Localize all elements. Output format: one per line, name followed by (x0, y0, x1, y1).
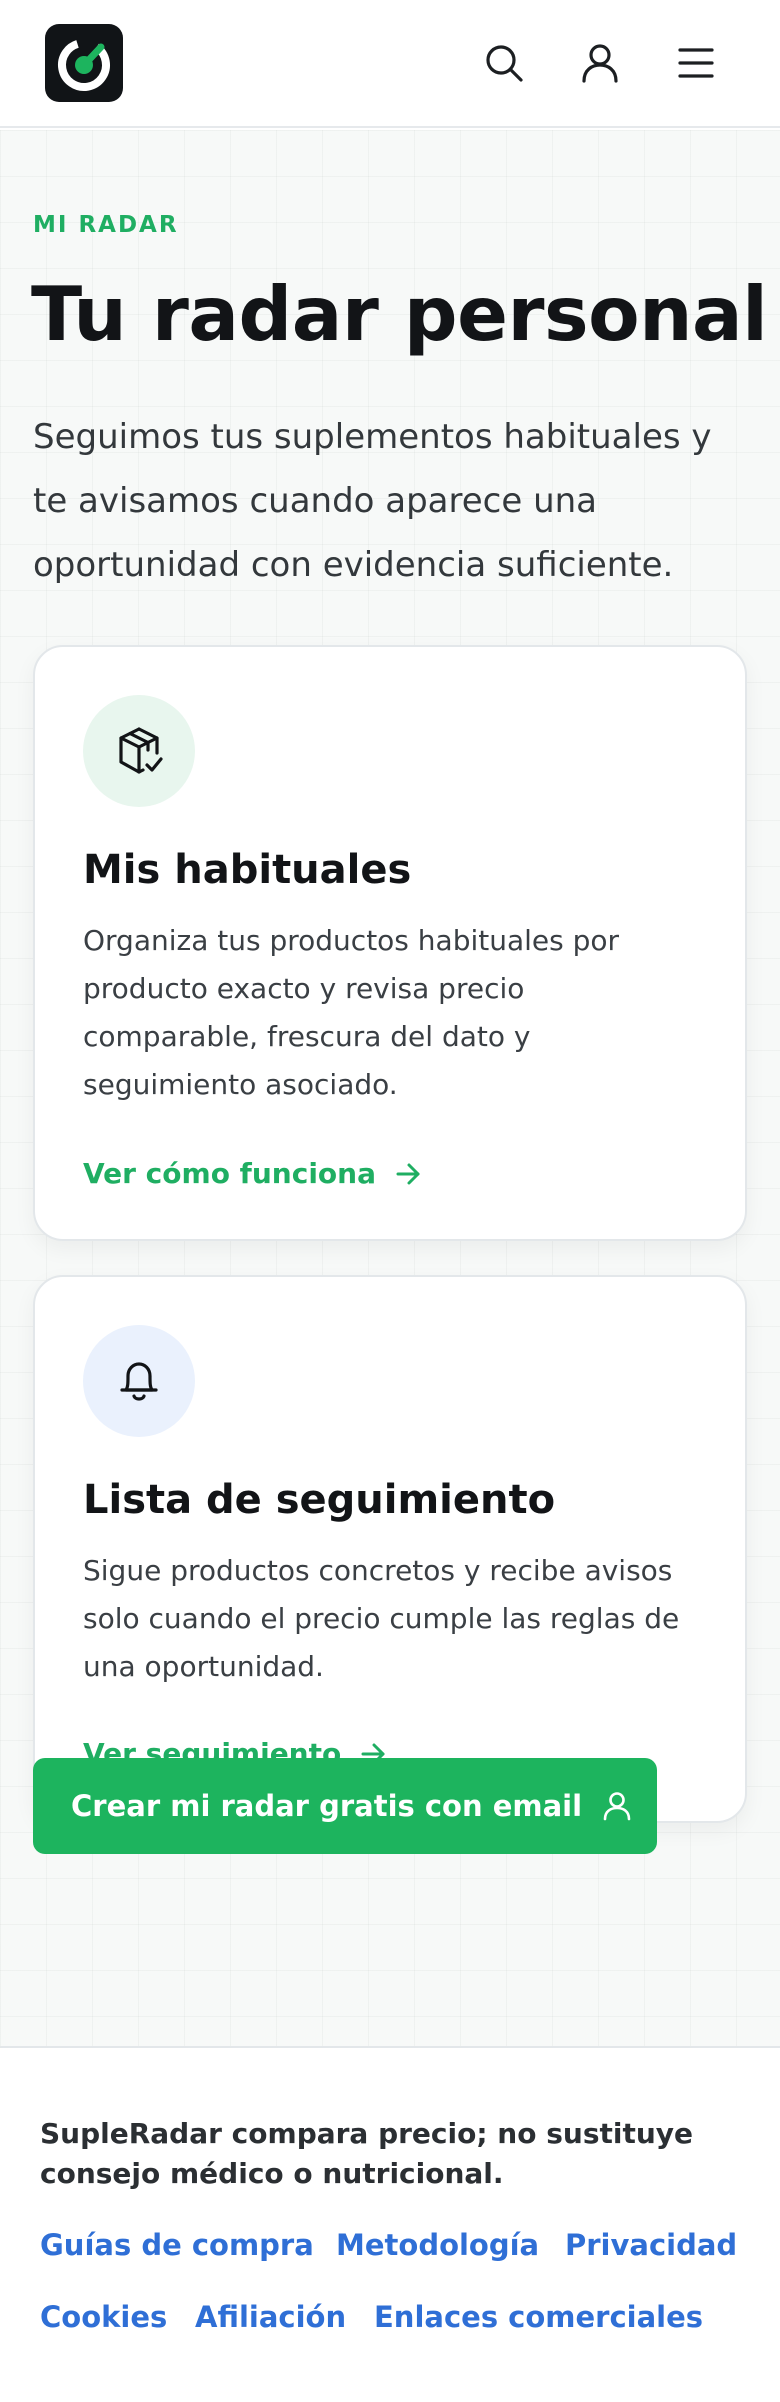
footer-link-privacidad[interactable]: Privacidad (565, 2228, 737, 2262)
card-description: Sigue productos concretos y recibe aviso… (83, 1554, 680, 1683)
arrow-right-icon (396, 1163, 420, 1184)
package-check-icon (83, 695, 195, 807)
card-description: Organiza tus productos habituales por pr… (83, 924, 620, 1101)
cta-label: Crear mi radar gratis con email (71, 1789, 583, 1823)
search-icon[interactable] (480, 39, 528, 87)
footer-link-guias[interactable]: Guías de compra (40, 2228, 314, 2262)
bell-icon (83, 1325, 195, 1437)
user-icon[interactable] (576, 39, 624, 87)
card-mis-habituales: Mis habituales Organiza tus productos ha… (33, 645, 747, 1241)
card-title: Mis habituales (83, 847, 412, 893)
ver-como-funciona-link[interactable]: Ver cómo funciona (83, 1157, 422, 1190)
menu-icon[interactable] (672, 39, 720, 87)
card-lista-seguimiento: Lista de seguimiento Sigue productos con… (33, 1275, 747, 1823)
footer-link-cookies[interactable]: Cookies (40, 2300, 167, 2334)
create-radar-button[interactable]: Crear mi radar gratis con email (33, 1758, 657, 1854)
page-subtitle: Seguimos tus suplementos habituales y te… (33, 417, 712, 585)
footer-link-afiliacion[interactable]: Afiliación (195, 2300, 346, 2334)
site-footer: SupleRadar compara precio; no sustituye … (0, 2048, 780, 2402)
user-icon (603, 1792, 631, 1821)
radar-logo-icon[interactable] (45, 24, 123, 102)
card-title: Lista de seguimiento (83, 1477, 556, 1523)
eyebrow-label: MI RADAR (33, 212, 179, 238)
card-link-label: Ver cómo funciona (83, 1157, 376, 1190)
footer-link-enlaces[interactable]: Enlaces comerciales (374, 2300, 703, 2334)
page-title: Tu radar personal (31, 270, 768, 358)
footer-link-metodologia[interactable]: Metodología (336, 2228, 539, 2262)
medical-disclaimer: SupleRadar compara precio; no sustituye … (40, 2117, 694, 2190)
site-header (0, 0, 780, 128)
